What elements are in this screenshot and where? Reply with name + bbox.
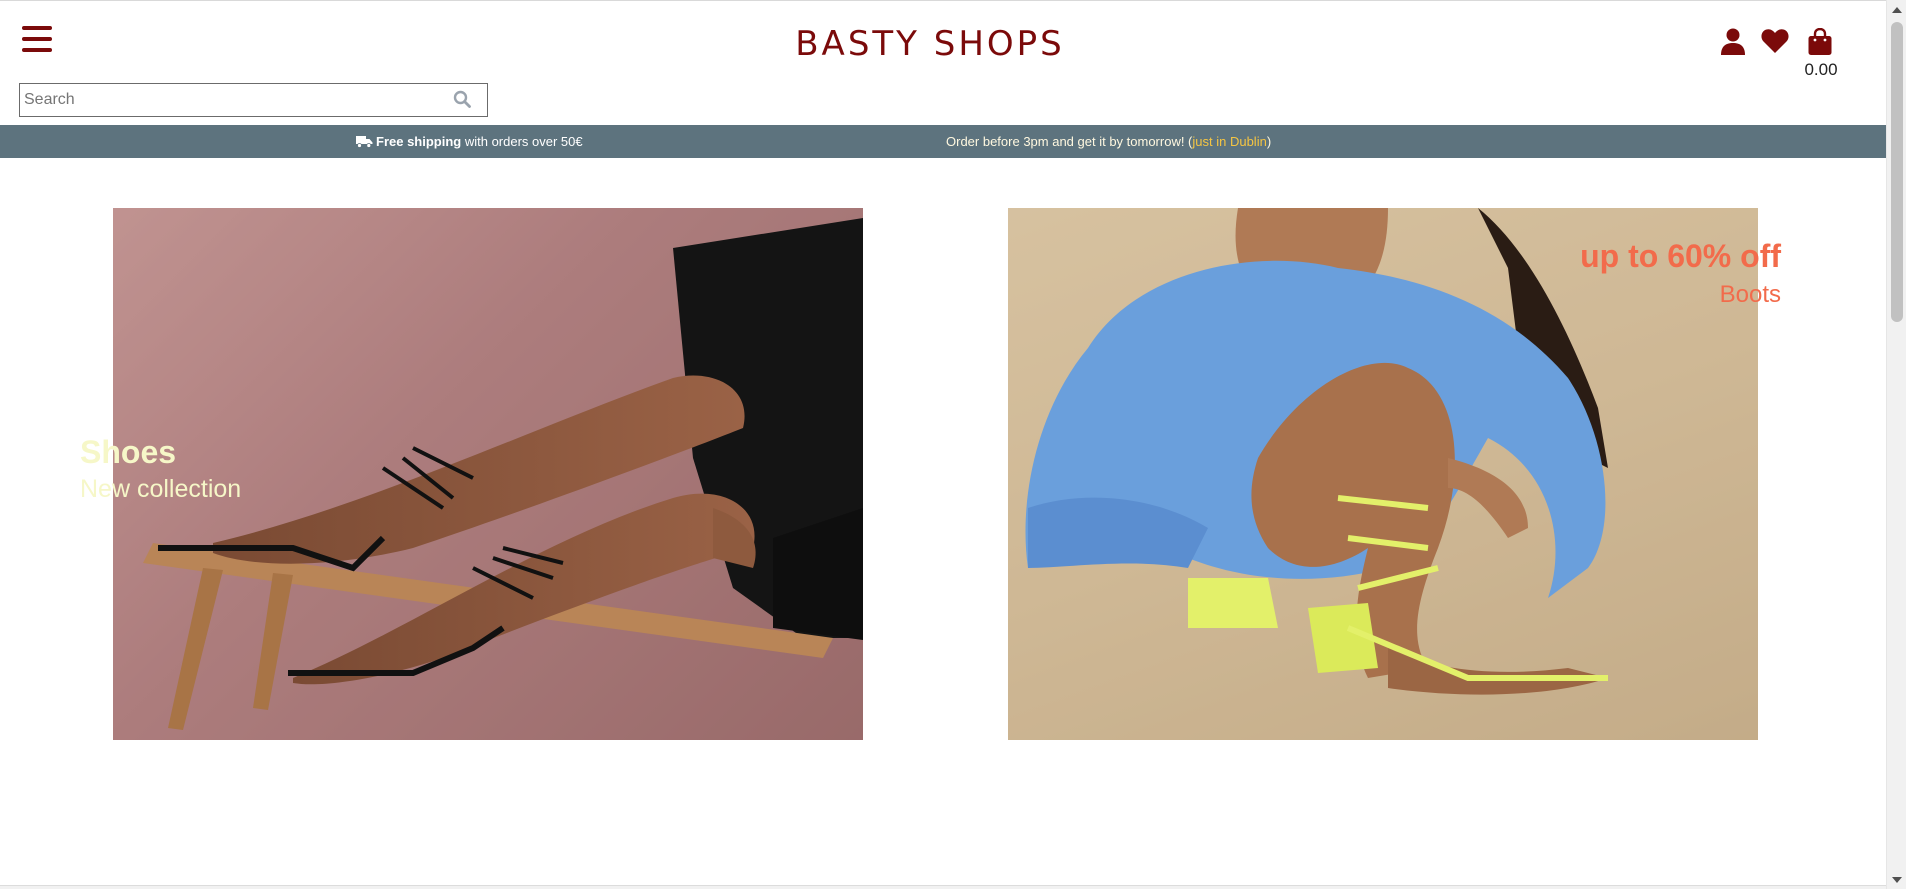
delivery-close: ) [1266, 134, 1272, 149]
free-shipping-label: Free shipping [376, 134, 462, 149]
scroll-up-icon[interactable] [1892, 7, 1902, 13]
promo-bar: Free shipping with orders over 50€ Order… [0, 125, 1886, 158]
scrollbar-thumb[interactable] [1891, 22, 1903, 322]
delivery-text: Order before 3pm and get it by tomorrow!… [946, 134, 1193, 149]
horizontal-scrollbar[interactable] [0, 885, 1886, 889]
delivery-location: just in Dublin [1192, 134, 1267, 149]
user-icon[interactable] [1721, 28, 1749, 56]
truck-icon [356, 135, 373, 151]
search-box [19, 83, 488, 117]
delivery-notice: Order before 3pm and get it by tomorrow!… [946, 134, 1271, 149]
page-scrollbar[interactable] [1886, 0, 1906, 889]
site-header: BASTY SHOPS Search 0.00 [0, 4, 1886, 125]
free-shipping-notice: Free shipping with orders over 50€ [356, 134, 583, 151]
banner-boots-caption: up to 60% off Boots [1580, 238, 1781, 309]
heart-icon[interactable] [1761, 28, 1789, 56]
banner-shoes-subtitle: New collection [80, 475, 242, 503]
banner-shoes-caption: Shoes New collection [80, 434, 241, 504]
banner-boots-title: up to 60% off [1580, 238, 1781, 274]
cart-total: 0.00 [1804, 60, 1838, 79]
banner-boots-subtitle: Boots [1719, 281, 1781, 308]
search-icon[interactable] [453, 90, 473, 110]
search-input[interactable] [20, 84, 440, 116]
scroll-down-icon[interactable] [1892, 877, 1902, 883]
banner-shoes-title: Shoes [80, 434, 177, 470]
shopping-bag-icon[interactable] [1807, 27, 1835, 56]
header-actions: 0.00 [1721, 27, 1841, 88]
brand-logo[interactable]: BASTY SHOPS [0, 24, 1860, 64]
free-shipping-condition: with orders over 50€ [461, 134, 583, 149]
